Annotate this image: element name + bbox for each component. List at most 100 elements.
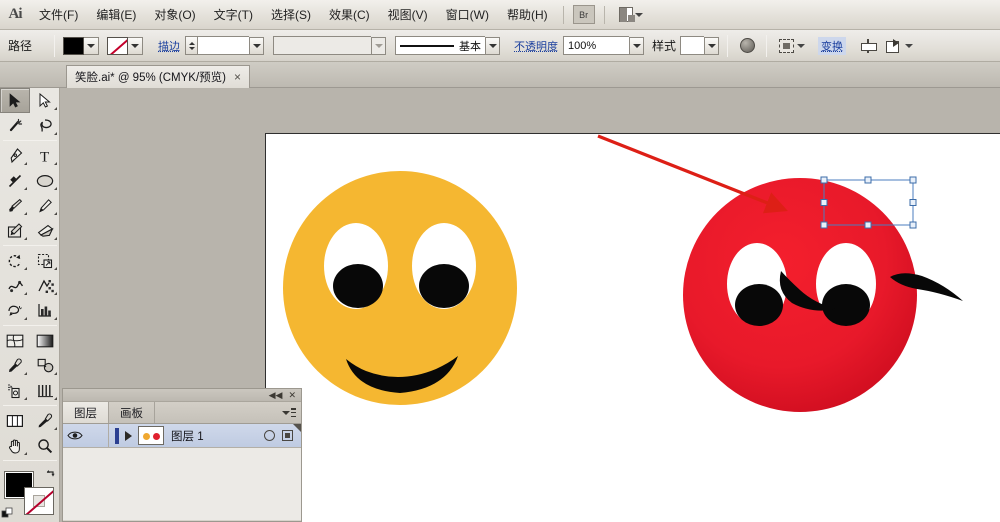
opacity-input[interactable]: 100% [563, 36, 630, 55]
column-graph-tool[interactable] [30, 298, 60, 323]
layers-list[interactable]: 图层 1 [63, 424, 301, 520]
menu-window[interactable]: 窗口(W) [437, 0, 498, 30]
menu-view[interactable]: 视图(V) [379, 0, 437, 30]
close-icon[interactable]: × [234, 71, 241, 83]
gradient-tool[interactable] [30, 328, 60, 353]
mesh-tool[interactable] [0, 328, 30, 353]
fill-dropdown-button[interactable] [84, 36, 100, 55]
isolate-glyph [778, 38, 794, 53]
layer-visibility-icon[interactable] [63, 430, 87, 441]
opacity-link[interactable]: 不透明度 [514, 38, 558, 54]
layer-name[interactable]: 图层 1 [171, 428, 264, 444]
close-panel-icon[interactable]: ✕ [288, 390, 296, 400]
opacity-dropdown[interactable] [629, 36, 645, 55]
panel-menu-icon[interactable] [282, 407, 296, 418]
eraser-tool[interactable] [30, 218, 60, 243]
magic-wand-tool[interactable] [0, 113, 30, 138]
arrange-object-icon[interactable] [883, 35, 905, 56]
menu-edit[interactable]: 编辑(E) [87, 0, 145, 30]
yellow-left-pupil[interactable] [333, 264, 383, 308]
stroke-dropdown-button[interactable] [128, 36, 144, 55]
arrange-documents-icon[interactable] [618, 6, 643, 24]
yellow-right-pupil[interactable] [419, 264, 469, 308]
eyedropper-tool[interactable] [0, 353, 30, 378]
menu-select[interactable]: 选择(S) [262, 0, 320, 30]
pen-tool[interactable] [0, 143, 30, 168]
warp-tool[interactable] [0, 273, 30, 298]
artboard-tool[interactable] [0, 408, 30, 433]
chevron-down-icon[interactable] [905, 43, 914, 48]
menu-help[interactable]: 帮助(H) [498, 0, 557, 30]
fill-swatch[interactable] [63, 36, 85, 55]
brush-definition-dropdown[interactable] [485, 36, 501, 55]
stroke-weight-stepper[interactable] [185, 36, 198, 55]
free-transform-tool[interactable] [30, 273, 60, 298]
blend-tool[interactable] [30, 353, 60, 378]
stroke-color-control[interactable] [107, 36, 144, 55]
bridge-icon[interactable]: Br [572, 5, 595, 24]
handle-top-center[interactable] [864, 176, 872, 184]
tab-artboards[interactable]: 画板 [109, 402, 155, 423]
scale-tool[interactable] [30, 248, 60, 273]
table-row[interactable]: 图层 1 [63, 424, 301, 448]
red-right-pupil[interactable] [822, 284, 870, 326]
ellipse-tool[interactable] [30, 168, 60, 193]
stroke-swatch-none[interactable] [107, 36, 129, 55]
layers-panel[interactable]: ◀◀ ✕ 图层 画板 图层 1 [62, 388, 302, 522]
style-swatch[interactable] [680, 36, 705, 55]
line-segment-tool[interactable] [0, 168, 30, 193]
menu-object[interactable]: 对象(O) [145, 0, 204, 30]
handle-bottom-left[interactable] [820, 221, 828, 229]
menu-file[interactable]: 文件(F) [30, 0, 87, 30]
selection-tool[interactable] [0, 88, 30, 113]
shape-builder-tool[interactable] [0, 298, 30, 323]
lasso-tool[interactable] [30, 113, 60, 138]
slice-tool[interactable] [30, 408, 60, 433]
swap-fill-stroke-icon[interactable] [44, 468, 57, 481]
stroke-weight-input[interactable] [197, 36, 250, 55]
isolate-selected-icon[interactable] [775, 35, 797, 56]
handle-top-left[interactable] [820, 176, 828, 184]
hand-tool[interactable] [0, 433, 30, 458]
handle-top-right[interactable] [909, 176, 917, 184]
collapse-panel-icon[interactable]: ◀◀ [269, 390, 283, 400]
style-dropdown[interactable] [704, 36, 720, 55]
yellow-face-circle[interactable] [283, 171, 517, 405]
stroke-color-swatch-none[interactable] [24, 487, 54, 515]
menu-effect[interactable]: 效果(C) [320, 0, 379, 30]
yellow-smiley-face[interactable] [283, 171, 517, 405]
perspective-grid-tool[interactable] [30, 378, 60, 403]
brush-definition-field[interactable]: 基本 [395, 36, 486, 55]
type-tool[interactable]: T [30, 143, 60, 168]
default-fill-stroke-icon[interactable] [1, 507, 14, 520]
menu-type[interactable]: 文字(T) [205, 0, 262, 30]
handle-bottom-right[interactable] [909, 221, 917, 229]
symbol-sprayer-tool[interactable] [0, 378, 30, 403]
document-setup-icon[interactable] [736, 35, 758, 56]
chevron-down-icon[interactable] [797, 43, 806, 48]
zoom-tool[interactable] [30, 433, 60, 458]
stroke-options-link[interactable]: 描边 [158, 38, 180, 54]
handle-middle-right[interactable] [909, 199, 917, 206]
document-tab[interactable]: 笑脸.ai* @ 95% (CMYK/预览) × [66, 65, 250, 88]
handle-bottom-center[interactable] [864, 221, 872, 229]
stroke-weight-dropdown[interactable] [249, 36, 265, 55]
layer-select-column-icon[interactable] [282, 430, 293, 441]
chevron-right-icon[interactable] [125, 430, 132, 441]
tab-layers[interactable]: 图层 [63, 402, 109, 423]
layers-panel-tabs[interactable]: 图层 画板 [63, 402, 301, 424]
align-icon[interactable] [857, 35, 879, 56]
red-left-pupil[interactable] [735, 284, 783, 326]
layer-lock-toggle[interactable] [87, 424, 109, 447]
blob-brush-tool[interactable] [0, 218, 30, 243]
red-angry-face[interactable] [683, 178, 963, 412]
direct-selection-tool[interactable] [30, 88, 60, 113]
fill-stroke-controls[interactable] [0, 467, 60, 522]
rotate-tool[interactable] [0, 248, 30, 273]
paintbrush-tool[interactable] [0, 193, 30, 218]
handle-middle-left[interactable] [820, 199, 828, 206]
transform-link[interactable]: 变换 [818, 36, 847, 55]
fill-color-control[interactable] [63, 36, 100, 55]
layer-target-circle-icon[interactable] [264, 430, 275, 441]
pencil-tool[interactable] [30, 193, 60, 218]
